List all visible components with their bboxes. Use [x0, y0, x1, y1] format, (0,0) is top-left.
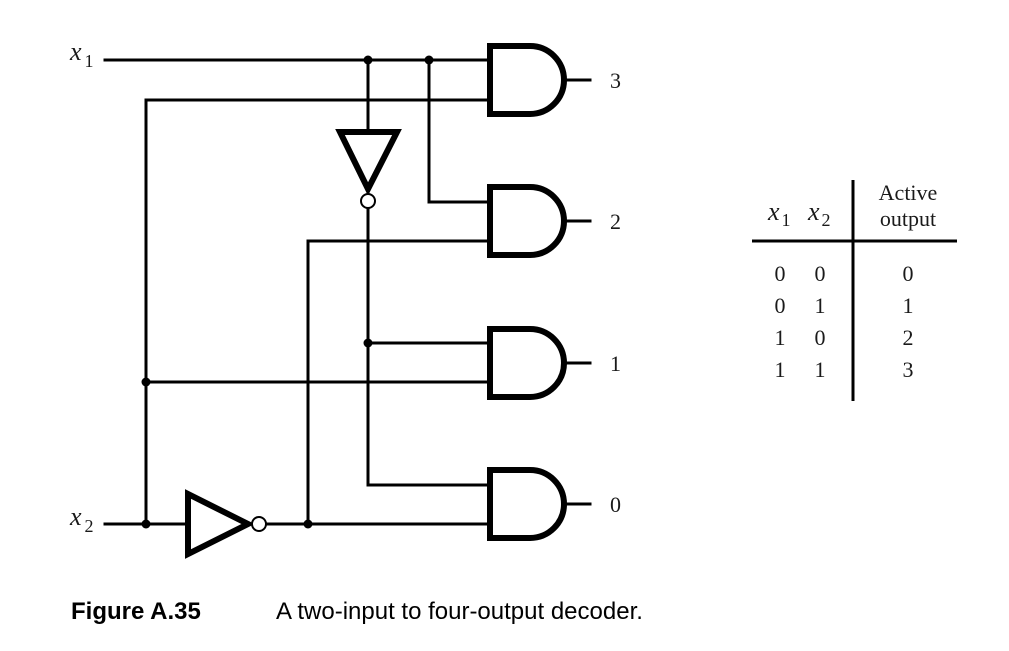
- table-header-output: output: [880, 206, 936, 231]
- figure-label: Figure A.35: [71, 598, 201, 625]
- truth-table: x1 x2 Active output 0 0 0 0 1 1 1 0 2 1 1 3: [752, 180, 957, 401]
- and-gate-icon: [487, 467, 567, 541]
- wire-x1-to-and2: [427, 58, 489, 204]
- cell-output: 2: [903, 325, 914, 350]
- and-gate-icon: [487, 326, 567, 400]
- table-header-x2: x2: [807, 197, 831, 230]
- cell-x2: 0: [815, 325, 826, 350]
- cell-output: 0: [903, 261, 914, 286]
- output-label-3: 3: [610, 68, 621, 93]
- table-row: 0 0 0: [775, 261, 914, 286]
- cell-x1: 0: [775, 293, 786, 318]
- not-gate-icon: [185, 489, 255, 559]
- inverter-x2: [185, 489, 267, 559]
- table-row: 0 1 1: [775, 293, 914, 318]
- input-label-x1: x1: [69, 37, 94, 71]
- cell-x2: 1: [815, 293, 826, 318]
- input-label-x2: x2: [69, 502, 94, 536]
- figure-caption-text: A two-input to four-output decoder.: [276, 598, 643, 625]
- junction-dot: [424, 55, 434, 65]
- cell-x1: 1: [775, 325, 786, 350]
- junction-dot: [303, 519, 313, 529]
- and-gate-1: [487, 326, 567, 400]
- junction-dot: [141, 519, 151, 529]
- cell-output: 3: [903, 357, 914, 382]
- junction-dot: [141, 377, 151, 387]
- and-gate-icon: [487, 184, 567, 258]
- wire-notx1-to-and0: [366, 206, 489, 487]
- output-label-0: 0: [610, 492, 621, 517]
- output-label-1: 1: [610, 351, 621, 376]
- cell-x2: 1: [815, 357, 826, 382]
- and-gate-3: [487, 43, 567, 117]
- table-rows: 0 0 0 0 1 1 1 0 2 1 1 3: [775, 261, 914, 382]
- and-gate-2: [487, 184, 567, 258]
- cell-x2: 0: [815, 261, 826, 286]
- junctions: [141, 55, 434, 529]
- cell-x1: 0: [775, 261, 786, 286]
- junction-dot: [363, 338, 373, 348]
- inverter-x1: [335, 129, 402, 209]
- cell-output: 1: [903, 293, 914, 318]
- decoder-diagram: x1 x2 3 2 1 0 x1 x2 Active output 0 0 00 1 1…: [69, 37, 957, 559]
- table-header-x1: x1: [767, 197, 791, 230]
- inversion-bubble-icon: [251, 516, 267, 532]
- inversion-bubble-icon: [360, 193, 376, 209]
- not-gate-icon: [335, 129, 402, 196]
- table-header-active: Active: [879, 180, 938, 205]
- figure-caption: Figure A.35 A two-input to four-output de…: [71, 598, 643, 626]
- table-row: 1 0 2: [775, 325, 914, 350]
- junction-dot: [363, 55, 373, 65]
- output-label-2: 2: [610, 209, 621, 234]
- and-gate-0: [487, 467, 567, 541]
- cell-x1: 1: [775, 357, 786, 382]
- table-row: 1 1 3: [775, 357, 914, 382]
- wire-x2-to-and3: [144, 98, 489, 526]
- and-gate-icon: [487, 43, 567, 117]
